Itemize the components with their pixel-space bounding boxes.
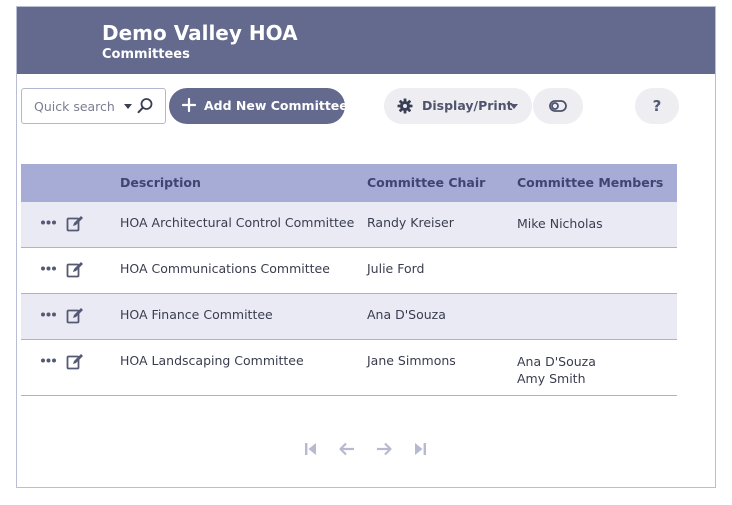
table-row: HOA Landscaping Committee Jane Simmons A… xyxy=(21,340,677,396)
column-header-members[interactable]: Committee Members xyxy=(517,175,663,190)
description-cell: HOA Communications Committee xyxy=(120,261,330,276)
column-header-chair[interactable]: Committee Chair xyxy=(367,175,485,190)
committees-table: Description Committee Chair Committee Me… xyxy=(21,164,677,396)
add-new-committee-label: Add New Committee xyxy=(204,98,348,113)
edit-icon[interactable] xyxy=(66,353,84,370)
chair-cell: Ana D'Souza xyxy=(367,307,446,322)
page-subtitle: Committees xyxy=(102,47,190,62)
quick-search xyxy=(21,88,166,124)
first-page-icon[interactable] xyxy=(302,440,320,458)
add-new-committee-button[interactable]: Add New Committee xyxy=(169,88,348,124)
search-options-caret-icon[interactable] xyxy=(124,104,132,109)
page-title: Demo Valley HOA xyxy=(102,21,298,45)
plus-icon xyxy=(182,98,196,112)
description-cell: HOA Landscaping Committee xyxy=(120,353,304,368)
prev-page-icon[interactable] xyxy=(338,440,356,458)
member-name: Ana D'Souza xyxy=(517,354,596,369)
more-icon[interactable] xyxy=(41,358,56,363)
member-name: Amy Smith xyxy=(517,371,586,386)
gear-icon xyxy=(397,98,413,114)
table-header: Description Committee Chair Committee Me… xyxy=(21,164,677,202)
members-cell: Ana D'Souza Amy Smith xyxy=(517,353,596,387)
table-row: HOA Finance Committee Ana D'Souza xyxy=(21,294,677,340)
members-cell: Mike Nicholas xyxy=(517,215,603,232)
edit-icon[interactable] xyxy=(66,261,84,278)
chair-cell: Julie Ford xyxy=(367,261,425,276)
description-cell: HOA Architectural Control Committee xyxy=(120,215,355,230)
next-page-icon[interactable] xyxy=(375,440,393,458)
member-name: Mike Nicholas xyxy=(517,216,603,231)
more-icon[interactable] xyxy=(41,220,56,225)
display-print-button[interactable]: Display/Print xyxy=(384,88,532,124)
toggle-icon xyxy=(549,100,567,112)
chair-cell: Jane Simmons xyxy=(367,353,456,368)
edit-icon[interactable] xyxy=(66,215,84,232)
chevron-down-icon xyxy=(510,104,518,109)
chair-cell: Randy Kreiser xyxy=(367,215,454,230)
description-cell: HOA Finance Committee xyxy=(120,307,273,322)
table-row: HOA Communications Committee Julie Ford xyxy=(21,248,677,294)
display-print-label: Display/Print xyxy=(422,98,513,113)
last-page-icon[interactable] xyxy=(411,440,429,458)
table-row: HOA Architectural Control Committee Rand… xyxy=(21,202,677,248)
search-icon[interactable] xyxy=(136,97,154,115)
pagination xyxy=(288,440,426,460)
search-input[interactable] xyxy=(22,89,118,123)
more-icon[interactable] xyxy=(41,312,56,317)
toggle-view-button[interactable] xyxy=(533,88,583,124)
column-header-description[interactable]: Description xyxy=(120,175,201,190)
edit-icon[interactable] xyxy=(66,307,84,324)
help-button[interactable]: ? xyxy=(635,88,679,124)
more-icon[interactable] xyxy=(41,266,56,271)
page-header: Demo Valley HOA Committees xyxy=(17,7,715,74)
